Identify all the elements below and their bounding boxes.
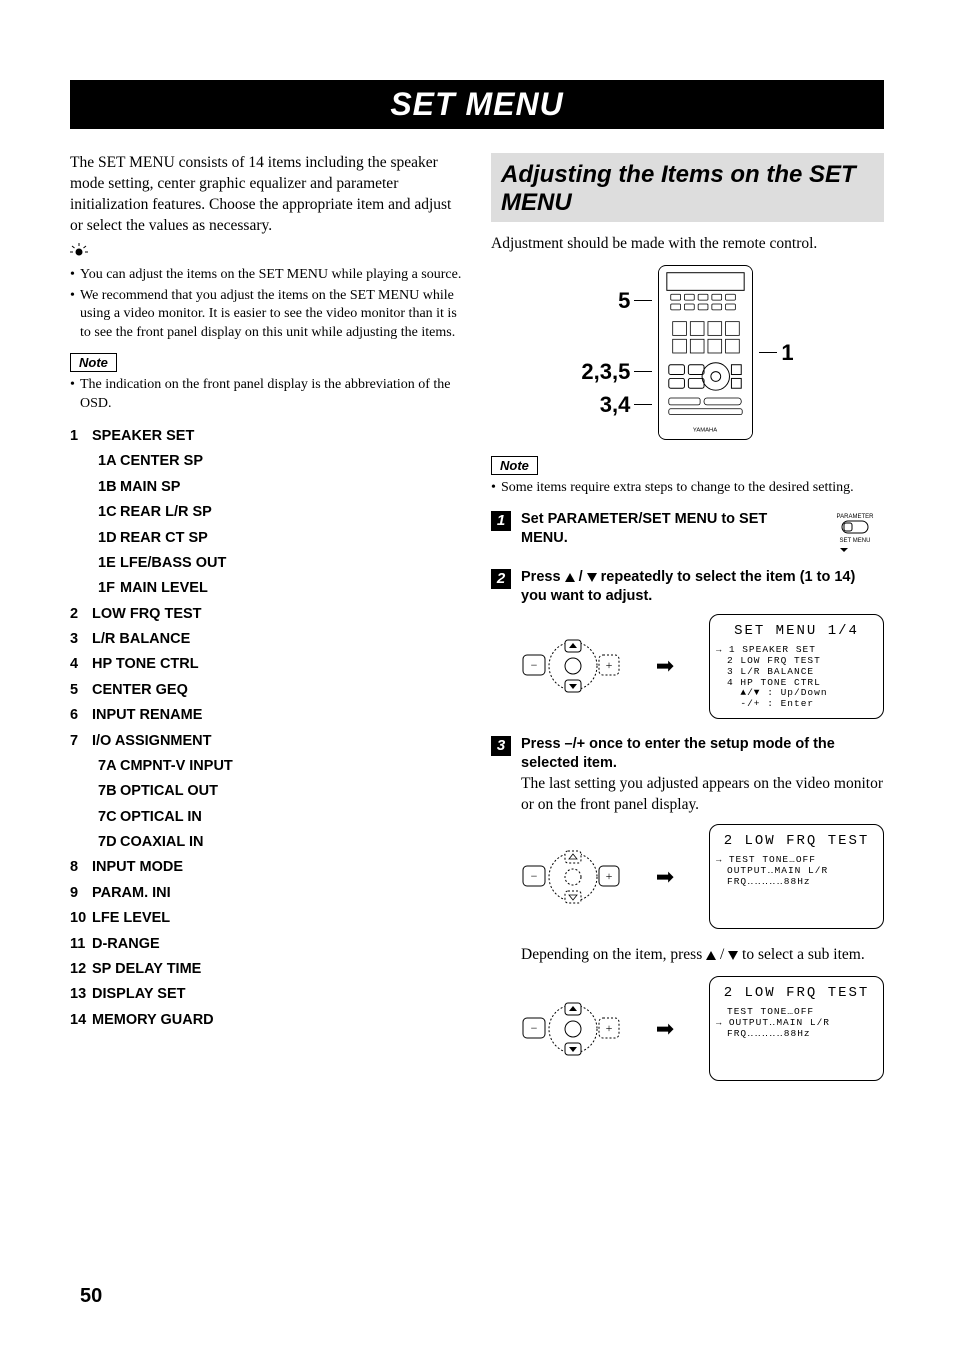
intro-text: The SET MENU consists of 14 items includ…: [70, 153, 463, 237]
osd-screen-2: 2 LOW FRQ TEST TEST TONE…OFF OUTPUT‥MAIN…: [709, 824, 884, 929]
osd-title: SET MENU 1/4: [716, 623, 877, 639]
submenu-item: 1ACENTER SP: [98, 449, 463, 474]
right-intro: Adjustment should be made with the remot…: [491, 234, 884, 255]
step-3-desc: The last setting you adjusted appears on…: [521, 774, 884, 816]
step-1: 1 Set PARAMETER/SET MENU to SET MENU. PA…: [491, 510, 884, 552]
title-bar: SET MENU: [70, 80, 884, 129]
dpad-icon: − +: [521, 637, 621, 695]
page-title: SET MENU: [70, 86, 884, 123]
svg-text:+: +: [606, 1021, 613, 1035]
menu-item: 9PARAM. INI: [70, 881, 463, 906]
step-3-title: Press –/+ once to enter the setup mode o…: [521, 735, 884, 773]
note-item: The indication on the front panel displa…: [70, 376, 463, 414]
osd-screen-1: SET MENU 1/4 1 SPEAKER SET 2 LOW FRQ TES…: [709, 614, 884, 719]
submenu-item: 1BMAIN SP: [98, 475, 463, 500]
tip-item: You can adjust the items on the SET MENU…: [70, 266, 463, 285]
submenu-item: 7DCOAXIAL IN: [98, 830, 463, 855]
submenu-item: 1CREAR L/R SP: [98, 500, 463, 525]
step-2: 2 Press / repeatedly to select the item …: [491, 568, 884, 606]
arrow-right-icon: ➡: [656, 1016, 674, 1042]
menu-item: 1SPEAKER SET 1ACENTER SP 1BMAIN SP 1CREA…: [70, 424, 463, 602]
up-icon: [706, 951, 716, 960]
step-number-icon: 2: [491, 569, 511, 589]
remote-diagram: 5 2,3,5 3,4: [491, 265, 884, 440]
note-label: Note: [491, 456, 538, 475]
callout-1: 1: [781, 340, 793, 366]
svg-text:SET MENU: SET MENU: [840, 538, 871, 544]
step-2-illustration: − + ➡ SET MENU 1/4 1 SPEAKER SET 2 LOW F…: [521, 614, 884, 719]
menu-item: 10LFE LEVEL: [70, 906, 463, 931]
step-3: 3 Press –/+ once to enter the setup mode…: [491, 735, 884, 817]
callout-235: 2,3,5: [581, 355, 630, 388]
arrow-right-icon: ➡: [656, 653, 674, 679]
right-column: Adjusting the Items on the SET MENU Adju…: [491, 153, 884, 1097]
menu-item: 4HP TONE CTRL: [70, 652, 463, 677]
menu-item: 6INPUT RENAME: [70, 703, 463, 728]
arrow-right-icon: ➡: [656, 864, 674, 890]
page-number: 50: [80, 1285, 102, 1308]
osd-title: 2 LOW FRQ TEST: [716, 985, 877, 1001]
submenu-item: 7COPTICAL IN: [98, 805, 463, 830]
submenu-item: 1DREAR CT SP: [98, 526, 463, 551]
menu-item: 12SP DELAY TIME: [70, 957, 463, 982]
menu-item: 3L/R BALANCE: [70, 627, 463, 652]
step-3b-illustration: − + ➡ 2 LOW FRQ TEST TEST TONE…OFF OUTPU…: [521, 976, 884, 1081]
down-icon: [728, 951, 738, 960]
dpad-icon: − +: [521, 1000, 621, 1058]
section-heading: Adjusting the Items on the SET MENU: [491, 153, 884, 222]
dpad-icon: − +: [521, 848, 621, 906]
submenu-item: 7BOPTICAL OUT: [98, 779, 463, 804]
svg-text:+: +: [606, 658, 613, 672]
step-2-title: Press / repeatedly to select the item (1…: [521, 568, 884, 606]
step-number-icon: 1: [491, 511, 511, 531]
menu-item: 2LOW FRQ TEST: [70, 602, 463, 627]
tip-icon: [70, 243, 463, 262]
step-1-title: Set PARAMETER/SET MENU to SET MENU.: [521, 510, 806, 548]
menu-item: 5CENTER GEQ: [70, 678, 463, 703]
right-note-list: Some items require extra steps to change…: [491, 479, 884, 498]
remote-icon: YAMAHA: [658, 265, 753, 440]
menu-item: 11D-RANGE: [70, 932, 463, 957]
menu-item: 7I/O ASSIGNMENT 7ACMPNT-V INPUT 7BOPTICA…: [70, 729, 463, 856]
svg-text:YAMAHA: YAMAHA: [693, 427, 717, 433]
menu-item: 14MEMORY GUARD: [70, 1008, 463, 1033]
svg-text:PARAMETER: PARAMETER: [837, 514, 875, 520]
menu-item: 13DISPLAY SET: [70, 982, 463, 1007]
svg-text:−: −: [531, 1021, 538, 1035]
left-column: The SET MENU consists of 14 items includ…: [70, 153, 463, 1097]
step-number-icon: 3: [491, 736, 511, 756]
callout-34: 3,4: [600, 388, 631, 421]
menu-list: 1SPEAKER SET 1ACENTER SP 1BMAIN SP 1CREA…: [70, 424, 463, 1033]
submenu-item: 1FMAIN LEVEL: [98, 576, 463, 601]
down-icon: [587, 573, 597, 582]
svg-text:−: −: [531, 658, 538, 672]
sub-item-desc: Depending on the item, press / to select…: [521, 945, 884, 966]
submenu-item: 7ACMPNT-V INPUT: [98, 754, 463, 779]
callout-5: 5: [618, 284, 630, 317]
note-list: The indication on the front panel displa…: [70, 376, 463, 414]
tips-list: You can adjust the items on the SET MENU…: [70, 266, 463, 344]
submenu-item: 1ELFE/BASS OUT: [98, 551, 463, 576]
step-3-illustration: − + ➡ 2 LOW FRQ TEST TEST TONE…OFF OUTPU…: [521, 824, 884, 929]
osd-title: 2 LOW FRQ TEST: [716, 833, 877, 849]
menu-item: 8INPUT MODE: [70, 855, 463, 880]
section-title: Adjusting the Items on the SET MENU: [501, 161, 874, 216]
slider-icon: PARAMETER SET MENU: [826, 510, 884, 552]
svg-text:−: −: [531, 869, 538, 883]
tip-item: We recommend that you adjust the items o…: [70, 287, 463, 344]
up-icon: [565, 573, 575, 582]
svg-text:+: +: [606, 869, 613, 883]
osd-screen-3: 2 LOW FRQ TEST TEST TONE…OFF OUTPUT‥MAIN…: [709, 976, 884, 1081]
note-label: Note: [70, 353, 117, 372]
note-item: Some items require extra steps to change…: [491, 479, 884, 498]
